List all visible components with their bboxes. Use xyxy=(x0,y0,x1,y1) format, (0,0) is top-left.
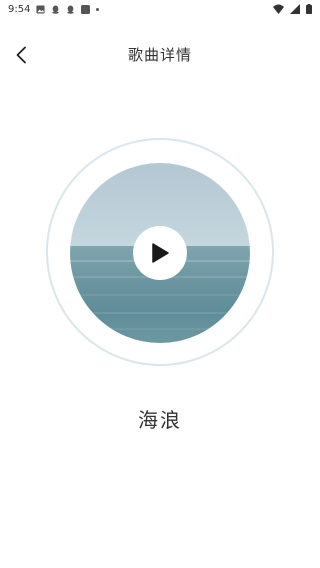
play-button[interactable] xyxy=(133,226,187,280)
signal-icon xyxy=(290,4,300,14)
chevron-left-icon xyxy=(16,46,26,64)
status-bar: 9:54 xyxy=(0,0,320,18)
battery-icon xyxy=(306,4,312,14)
app-icon xyxy=(81,4,91,14)
dot-icon xyxy=(96,7,100,11)
status-time: 9:54 xyxy=(8,3,31,15)
play-icon xyxy=(152,243,169,263)
back-button[interactable] xyxy=(8,42,34,68)
status-left: 9:54 xyxy=(8,3,100,15)
qq-icon xyxy=(67,5,75,14)
page-title: 歌曲详情 xyxy=(127,45,192,64)
status-right xyxy=(273,4,312,14)
song-title: 海浪 xyxy=(138,408,182,432)
qq-icon xyxy=(52,5,60,14)
wifi-icon xyxy=(273,4,284,14)
image-icon xyxy=(36,4,46,14)
app-bar: 歌曲详情 xyxy=(0,32,320,76)
